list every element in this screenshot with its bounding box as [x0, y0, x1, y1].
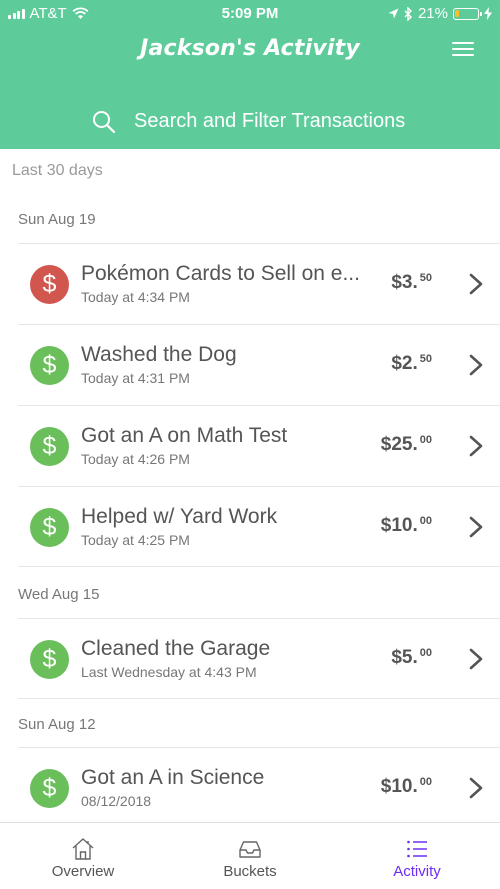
- transaction-row[interactable]: $ Helped w/ Yard Work Today at 4:25 PM $…: [18, 486, 500, 567]
- section-header: Wed Aug 15: [18, 586, 100, 603]
- transaction-row[interactable]: $ Washed the Dog Today at 4:31 PM $2. 50: [18, 324, 500, 405]
- list-icon: [407, 840, 427, 858]
- signal-icon: [8, 8, 25, 19]
- dollar-coin-icon: $: [30, 640, 69, 679]
- section-header: Sun Aug 12: [18, 716, 96, 733]
- amount-cents: 50: [419, 272, 432, 284]
- transaction-title: Got an A in Science: [81, 766, 265, 789]
- transaction-amount: $5. 00: [391, 647, 432, 669]
- transaction-title: Cleaned the Garage: [81, 637, 271, 660]
- transaction-time: 08/12/2018: [81, 793, 152, 809]
- transaction-amount: $10. 00: [381, 515, 432, 537]
- amount-cents: 00: [419, 647, 432, 659]
- carrier-label: AT&T: [29, 5, 67, 22]
- search-icon: [93, 111, 116, 134]
- section-header: Sun Aug 19: [18, 211, 96, 228]
- tab-activity[interactable]: Activity: [334, 823, 500, 889]
- amount-main: $10.: [380, 776, 418, 797]
- status-left: AT&T: [8, 5, 89, 22]
- search-filter-button[interactable]: Search and Filter Transactions: [0, 100, 500, 144]
- amount-cents: 00: [419, 776, 432, 788]
- transaction-row[interactable]: $ Got an A on Math Test Today at 4:26 PM…: [18, 405, 500, 486]
- tab-buckets[interactable]: Buckets: [167, 823, 333, 889]
- amount-main: $5.: [391, 647, 418, 668]
- search-label: Search and Filter Transactions: [134, 110, 406, 132]
- chevron-right-icon[interactable]: [468, 515, 484, 539]
- battery-level: [455, 9, 459, 17]
- transaction-title: Helped w/ Yard Work: [81, 505, 278, 528]
- wifi-icon: [72, 7, 89, 19]
- transaction-time: Today at 4:31 PM: [81, 370, 190, 386]
- charging-icon: [484, 7, 492, 20]
- tab-bar: Overview Buckets Activity: [0, 822, 500, 889]
- status-bar: AT&T 5:09 PM 21%: [0, 0, 500, 26]
- transaction-time: Today at 4:25 PM: [81, 532, 190, 548]
- tab-label: Activity: [393, 863, 441, 880]
- transaction-list[interactable]: Last 30 days Sun Aug 19 $ Pokémon Cards …: [0, 149, 500, 822]
- amount-cents: 50: [419, 353, 432, 365]
- inbox-tray-icon: [239, 841, 261, 858]
- dollar-coin-icon: $: [30, 346, 69, 385]
- transaction-amount: $25. 00: [381, 434, 432, 456]
- dollar-coin-icon: $: [30, 769, 69, 808]
- chevron-right-icon[interactable]: [468, 647, 484, 671]
- transaction-row[interactable]: $ Cleaned the Garage Last Wednesday at 4…: [18, 618, 500, 699]
- chevron-right-icon[interactable]: [468, 776, 484, 800]
- transaction-title: Pokémon Cards to Sell on e...: [81, 262, 360, 285]
- transaction-title: Washed the Dog: [81, 343, 237, 366]
- house-icon: [72, 838, 94, 860]
- dollar-coin-icon: $: [30, 508, 69, 547]
- transaction-time: Last Wednesday at 4:43 PM: [81, 664, 257, 680]
- hamburger-menu-icon[interactable]: [448, 38, 478, 60]
- transaction-amount: $10. 00: [381, 776, 432, 798]
- amount-main: $2.: [391, 353, 418, 374]
- chevron-right-icon[interactable]: [468, 353, 484, 377]
- amount-cents: 00: [419, 434, 432, 446]
- dollar-coin-icon: $: [30, 265, 69, 304]
- amount-cents: 00: [419, 515, 432, 527]
- transaction-time: Today at 4:34 PM: [81, 289, 190, 305]
- status-right: 21%: [388, 5, 492, 22]
- tab-label: Buckets: [223, 863, 277, 880]
- amount-main: $10.: [380, 515, 418, 536]
- amount-main: $3.: [391, 272, 418, 293]
- battery-icon: [453, 7, 482, 20]
- transaction-row[interactable]: $ Pokémon Cards to Sell on e... Today at…: [18, 243, 500, 324]
- amount-main: $25.: [380, 434, 418, 455]
- chevron-right-icon[interactable]: [468, 434, 484, 458]
- battery-tip: [480, 11, 482, 16]
- tab-label: Overview: [51, 863, 115, 880]
- transaction-amount: $3. 50: [391, 272, 432, 294]
- period-label: Last 30 days: [12, 162, 103, 179]
- chevron-right-icon[interactable]: [468, 272, 484, 296]
- dollar-coin-icon: $: [30, 427, 69, 466]
- page-title: Jackson's Activity: [140, 36, 360, 61]
- bluetooth-icon: [404, 6, 412, 21]
- battery-percent: 21%: [417, 5, 448, 22]
- transaction-amount: $2. 50: [391, 353, 432, 375]
- transaction-title: Got an A on Math Test: [81, 424, 288, 447]
- app-header: AT&T 5:09 PM 21% Jackson's Activity Sear…: [0, 0, 500, 149]
- tab-overview[interactable]: Overview: [0, 823, 166, 889]
- location-icon: [388, 8, 399, 19]
- transaction-row[interactable]: $ Got an A in Science 08/12/2018 $10. 00: [18, 747, 500, 822]
- transaction-time: Today at 4:26 PM: [81, 451, 190, 467]
